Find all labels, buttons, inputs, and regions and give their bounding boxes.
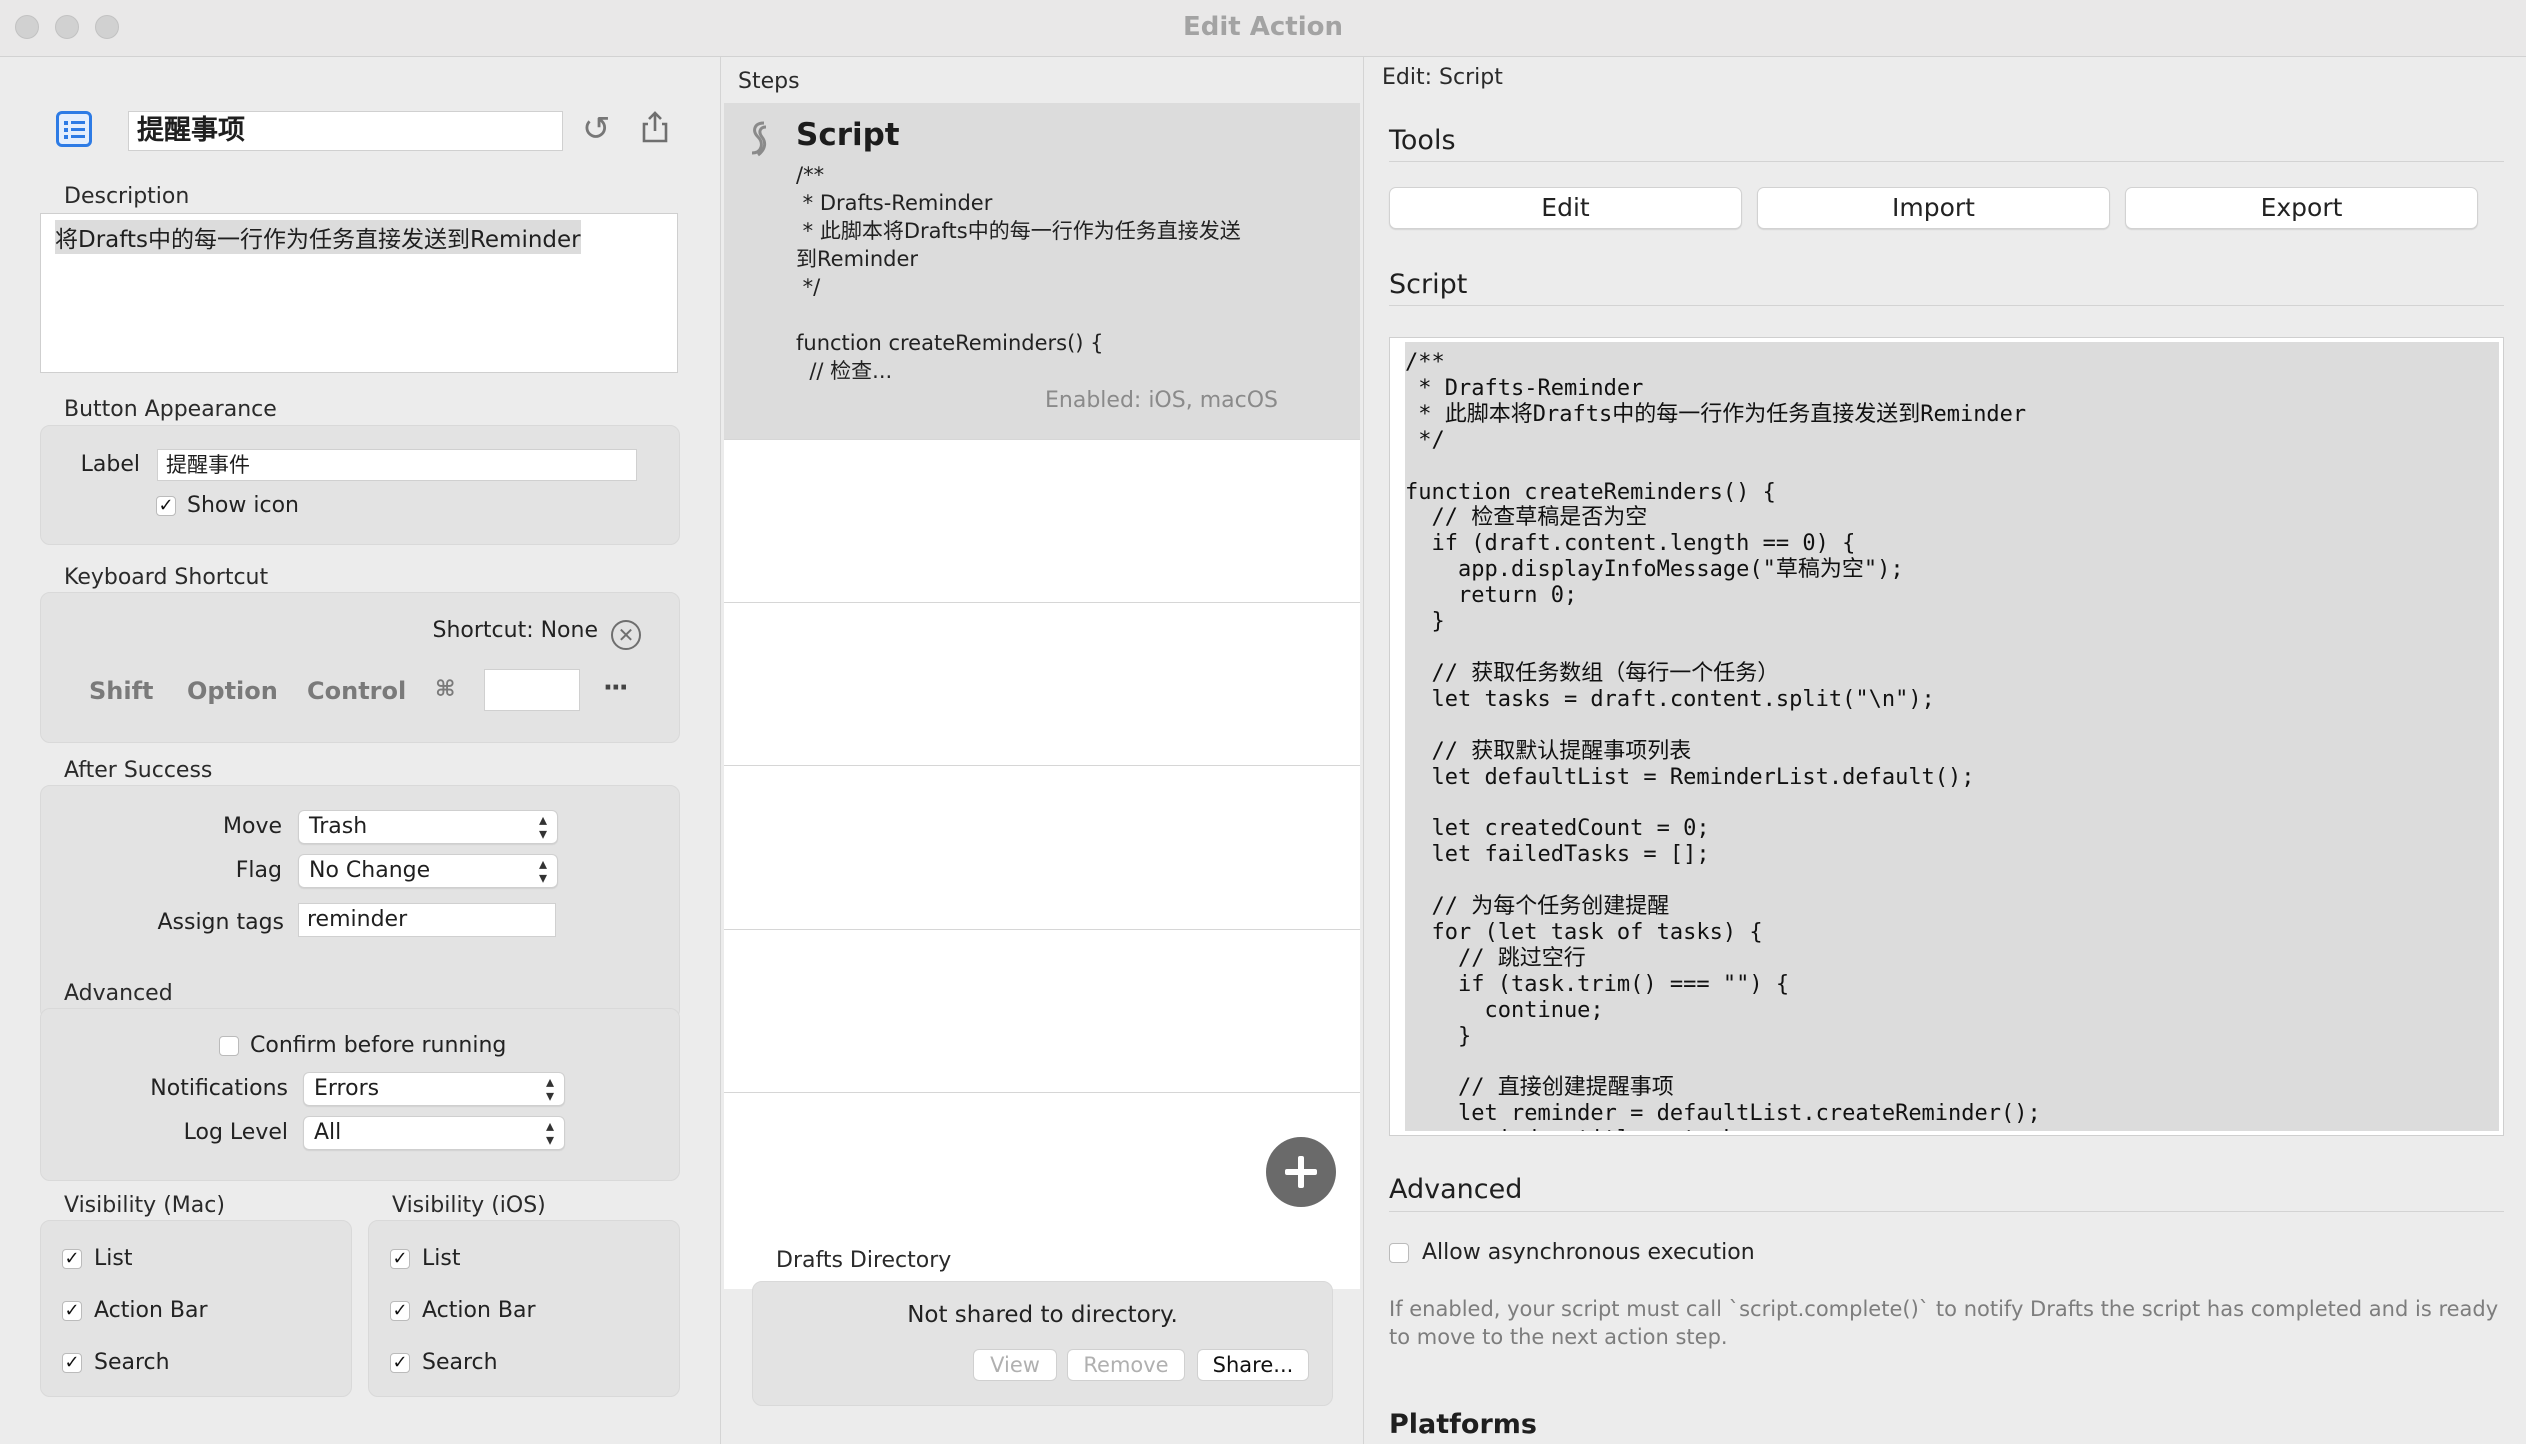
async-label: Allow asynchronous execution: [1422, 1240, 1755, 1265]
advanced-heading: Advanced: [64, 981, 173, 1006]
async-help-text: If enabled, your script must call `scrip…: [1389, 1297, 2499, 1349]
description-text: 将Drafts中的每一行作为任务直接发送到Reminder: [55, 220, 581, 254]
revert-icon[interactable]: ↺: [582, 109, 611, 149]
clear-shortcut-icon[interactable]: ✕: [611, 620, 641, 650]
title-bar: Edit Action: [0, 0, 2526, 57]
script-heading: Script: [1389, 269, 1468, 300]
remove-button[interactable]: Remove: [1067, 1349, 1185, 1381]
flag-label: Flag: [235, 858, 282, 883]
mac-list-label: List: [94, 1246, 133, 1271]
action-settings-panel: 提醒事项 ↺ Description 将Drafts中的每一行作为任务直接发送到…: [0, 57, 721, 1444]
list-icon[interactable]: [56, 111, 92, 147]
empty-step-row: [724, 439, 1360, 601]
notifications-popup[interactable]: Errors ▴ ▾: [303, 1072, 565, 1106]
label-caption: Label: [80, 452, 140, 477]
script-code-area[interactable]: /** * Drafts-Reminder * 此脚本将Drafts中的每一行作…: [1405, 342, 2499, 1131]
control-key[interactable]: Control: [307, 677, 406, 705]
command-key[interactable]: ⌘: [435, 677, 455, 702]
log-level-popup[interactable]: All ▴ ▾: [303, 1116, 565, 1150]
shortcut-value: Shortcut: None: [432, 618, 598, 643]
edit-button[interactable]: Edit: [1389, 187, 1742, 229]
step-preview: /** * Drafts-Reminder * 此脚本将Drafts中的每一行作…: [796, 163, 1241, 383]
ios-action-bar-label: Action Bar: [422, 1298, 536, 1323]
assign-tags-field[interactable]: reminder: [298, 903, 556, 937]
ios-action-bar-checkbox[interactable]: ✓: [390, 1301, 410, 1321]
ios-search-label: Search: [422, 1350, 498, 1375]
button-appearance-group: [40, 425, 680, 545]
script-step-card[interactable]: Script /** * Drafts-Reminder * 此脚本将Draft…: [724, 103, 1360, 439]
show-icon-label: Show icon: [187, 493, 299, 518]
script-editor[interactable]: /** * Drafts-Reminder * 此脚本将Drafts中的每一行作…: [1389, 337, 2504, 1136]
show-icon-checkbox[interactable]: ✓: [156, 496, 176, 516]
share-icon[interactable]: [640, 109, 670, 145]
ios-list-checkbox[interactable]: ✓: [390, 1249, 410, 1269]
tools-heading: Tools: [1389, 125, 1456, 156]
script-icon: [744, 119, 774, 159]
visibility-ios-heading: Visibility (iOS): [392, 1193, 546, 1218]
visibility-mac-heading: Visibility (Mac): [64, 1193, 225, 1218]
steps-panel: Steps Script /** * Drafts-Reminder * 此脚本…: [722, 57, 1362, 1444]
mac-list-checkbox[interactable]: ✓: [62, 1249, 82, 1269]
description-label: Description: [64, 184, 190, 209]
move-label: Move: [223, 814, 282, 839]
empty-step-row: [724, 765, 1360, 927]
keyboard-shortcut-heading: Keyboard Shortcut: [64, 565, 269, 590]
after-success-heading: After Success: [64, 758, 213, 783]
confirm-checkbox[interactable]: [219, 1036, 239, 1056]
script-editor-panel: Edit: Script Tools Edit Import Export Sc…: [1363, 57, 2526, 1444]
steps-heading: Steps: [738, 69, 800, 94]
divider: [1389, 161, 2504, 162]
export-button[interactable]: Export: [2125, 187, 2478, 229]
window-title: Edit Action: [1182, 12, 1343, 42]
mac-action-bar-label: Action Bar: [94, 1298, 208, 1323]
empty-step-row: [724, 929, 1360, 1091]
add-step-button[interactable]: [1266, 1137, 1336, 1207]
divider: [1389, 1211, 2504, 1212]
move-popup[interactable]: Trash ▴ ▾: [298, 810, 558, 844]
platforms-heading: Platforms: [1389, 1409, 1537, 1440]
button-appearance-heading: Button Appearance: [64, 397, 277, 422]
mac-search-label: Search: [94, 1350, 170, 1375]
shortcut-key-field[interactable]: [484, 669, 580, 711]
confirm-label: Confirm before running: [250, 1033, 507, 1058]
directory-status: Not shared to directory.: [907, 1302, 1178, 1328]
ios-list-label: List: [422, 1246, 461, 1271]
drafts-directory-group: [752, 1281, 1333, 1406]
log-level-label: Log Level: [183, 1120, 288, 1145]
async-checkbox[interactable]: [1389, 1243, 1409, 1263]
share-button[interactable]: Share...: [1197, 1349, 1309, 1381]
keyboard-shortcut-group: [40, 592, 680, 743]
move-value: Trash: [309, 814, 368, 839]
option-key[interactable]: Option: [187, 677, 278, 705]
label-field[interactable]: 提醒事件: [157, 449, 637, 481]
import-button[interactable]: Import: [1757, 187, 2110, 229]
step-title: Script: [796, 117, 900, 153]
script-code: /** * Drafts-Reminder * 此脚本将Drafts中的每一行作…: [1405, 350, 2041, 1131]
mac-action-bar-checkbox[interactable]: ✓: [62, 1301, 82, 1321]
assign-tags-label: Assign tags: [157, 910, 284, 935]
view-button[interactable]: View: [973, 1349, 1057, 1381]
flag-value: No Change: [309, 858, 431, 883]
divider: [1389, 305, 2504, 306]
log-level-value: All: [314, 1120, 342, 1145]
advanced-heading-right: Advanced: [1389, 1174, 1523, 1205]
more-options-icon[interactable]: ···: [603, 673, 629, 703]
action-name-field[interactable]: 提醒事项: [128, 111, 563, 151]
mac-search-checkbox[interactable]: ✓: [62, 1353, 82, 1373]
notifications-label: Notifications: [150, 1076, 288, 1101]
ios-search-checkbox[interactable]: ✓: [390, 1353, 410, 1373]
flag-popup[interactable]: No Change ▴ ▾: [298, 854, 558, 888]
shift-key[interactable]: Shift: [89, 677, 154, 705]
description-field[interactable]: 将Drafts中的每一行作为任务直接发送到Reminder: [40, 213, 678, 373]
notifications-value: Errors: [314, 1076, 380, 1101]
step-enabled-platforms: Enabled: iOS, macOS: [1045, 388, 1278, 413]
drafts-directory-heading: Drafts Directory: [776, 1248, 952, 1273]
empty-step-row: [724, 602, 1360, 764]
editor-header: Edit: Script: [1382, 65, 1503, 90]
